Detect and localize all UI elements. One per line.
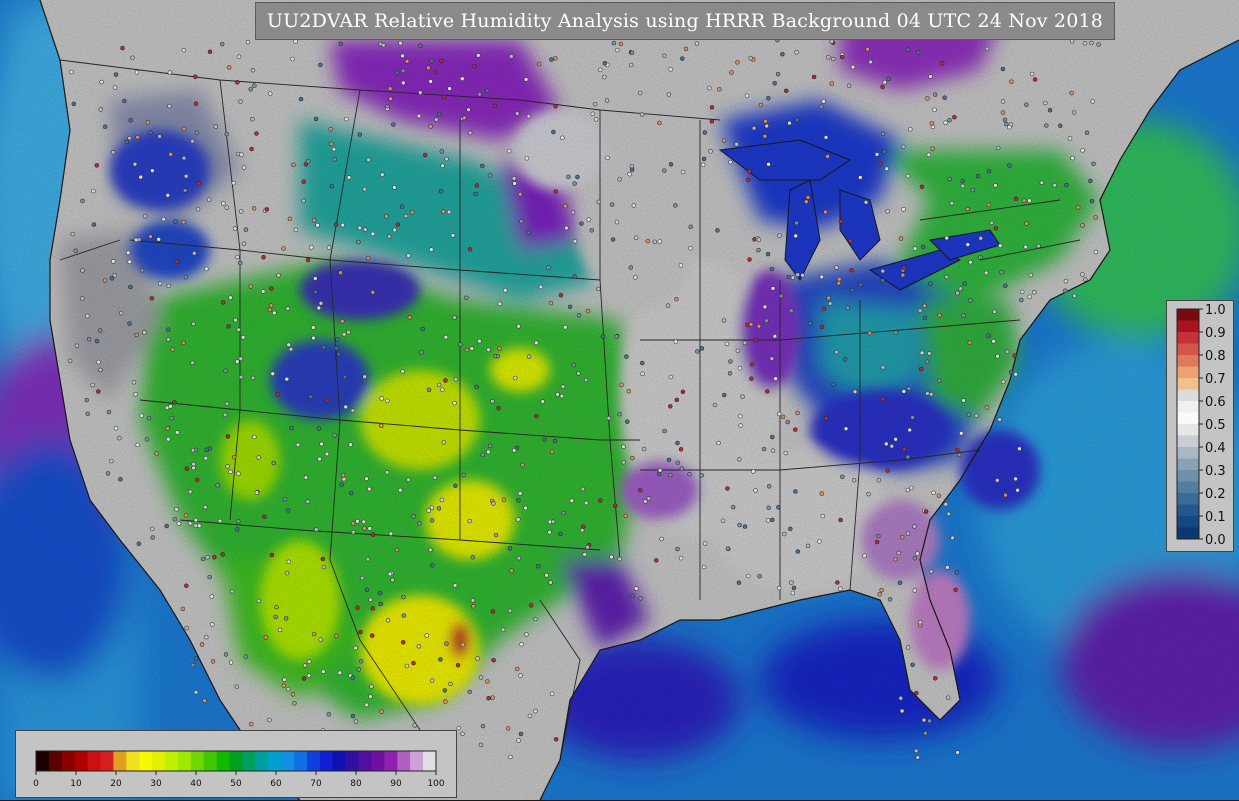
obs-colorbar-swatch <box>1177 366 1199 379</box>
grid-colorbar-swatch <box>268 751 282 771</box>
grid-colorbar-swatch <box>229 751 243 771</box>
obs-colorbar-tick-label: 0.2 <box>1205 487 1226 502</box>
obs-colorbar-tick-label: 0.1 <box>1205 510 1226 525</box>
obs-colorbar-swatch <box>1177 378 1199 390</box>
grid-colorbar-tick-label: 100 <box>427 779 444 789</box>
obs-colorbar-swatch <box>1177 355 1199 367</box>
obs-colorbar-swatch <box>1177 516 1199 528</box>
obs-colorbar-tick-label: 0.9 <box>1205 326 1226 341</box>
obs-colorbar-ticks: 1.0 0.9 0.8 0.7 0.6 0.5 0.4 0.3 0.2 0.1 0.0 <box>1199 303 1226 548</box>
map-panel: UU2DVAR Relative Humidity Analysis using… <box>0 0 1239 800</box>
grid-colorbar-tick-label: 40 <box>190 779 202 789</box>
obs-colorbar-swatch <box>1177 401 1199 413</box>
grid-colorbar-swatches <box>36 751 437 771</box>
grid-colorbar-swatch <box>113 751 127 771</box>
grid-colorbar-swatch <box>319 751 334 771</box>
grid-colorbar-swatch <box>358 751 372 771</box>
grid-colorbar-swatch <box>332 751 347 771</box>
grid-colorbar-swatch <box>423 751 437 771</box>
map-title-box: UU2DVAR Relative Humidity Analysis using… <box>255 2 1115 40</box>
obs-colorbar-swatch <box>1177 504 1199 517</box>
grid-colorbar-swatch <box>74 751 89 771</box>
obs-colorbar-tick-label: 0.0 <box>1205 533 1226 548</box>
obs-colorbar-panel: 1.0 0.9 0.8 0.7 0.6 0.5 0.4 0.3 0.2 0.1 0.0 <box>1166 300 1234 552</box>
obs-colorbar-swatch <box>1177 320 1199 333</box>
grid-colorbar-tick-label: 50 <box>230 779 242 789</box>
obs-colorbar-swatch <box>1177 481 1199 494</box>
grid-colorbar-swatch <box>100 751 114 771</box>
grid-colorbar-tick-label: 60 <box>270 779 282 789</box>
obs-colorbar-tick-label: 0.5 <box>1205 418 1226 433</box>
obs-colorbar: 1.0 0.9 0.8 0.7 0.6 0.5 0.4 0.3 0.2 0.1 0.0 <box>1176 303 1226 548</box>
grid-colorbar-tick-label: 20 <box>110 779 122 789</box>
obs-colorbar-tick-label: 1.0 <box>1205 303 1226 318</box>
map-title: UU2DVAR Relative Humidity Analysis using… <box>266 10 1104 32</box>
grid-colorbar-swatch <box>48 751 63 771</box>
obs-colorbar-swatch <box>1177 309 1199 321</box>
obs-colorbar-tick-label: 0.6 <box>1205 395 1226 410</box>
grid-colorbar-swatch <box>345 751 360 771</box>
grid-colorbar-swatch <box>410 751 424 771</box>
grid-colorbar-panel: 0 10 20 30 40 50 60 70 80 90 100 <box>15 730 457 798</box>
grid-colorbar-swatch <box>177 751 192 771</box>
grid-colorbar-swatch <box>281 751 295 771</box>
grid-colorbar-swatch <box>61 751 76 771</box>
grid-colorbar-tick-label: 90 <box>390 779 402 789</box>
obs-colorbar-swatch <box>1177 527 1199 540</box>
grid-colorbar-swatch <box>384 751 398 771</box>
obs-colorbar-tick-label: 0.4 <box>1205 441 1226 456</box>
grid-colorbar-swatch <box>216 751 231 771</box>
grid-colorbar-tick-label: 0 <box>33 779 39 789</box>
obs-colorbar-swatch <box>1177 493 1199 505</box>
obs-colorbar-swatch <box>1177 343 1199 356</box>
grid-colorbar-tick-label: 80 <box>350 779 362 789</box>
obs-colorbar-tick-label: 0.3 <box>1205 464 1226 479</box>
grid-colorbar-swatch <box>139 751 153 771</box>
obs-colorbar-swatch <box>1177 424 1199 436</box>
grid-colorbar-swatch <box>165 751 179 771</box>
grid-colorbar-swatch <box>152 751 166 771</box>
texture-overlay <box>0 0 1239 800</box>
obs-colorbar-swatch <box>1177 458 1199 471</box>
grid-colorbar-tick-label: 10 <box>70 779 82 789</box>
grid-colorbar-swatch <box>190 751 205 771</box>
obs-colorbar-swatch <box>1177 412 1199 425</box>
obs-colorbar-swatch <box>1177 435 1199 448</box>
grid-colorbar-swatch <box>203 751 218 771</box>
grid-colorbar-tick-label: 70 <box>310 779 322 789</box>
obs-colorbar-swatches <box>1177 309 1199 540</box>
obs-colorbar-tick-label: 0.7 <box>1205 372 1226 387</box>
obs-colorbar-swatch <box>1177 389 1199 402</box>
grid-colorbar-swatch <box>87 751 102 771</box>
grid-colorbar-swatch <box>294 751 308 771</box>
grid-colorbar-swatch <box>36 751 50 771</box>
grid-colorbar-swatch <box>397 751 411 771</box>
obs-colorbar-tick-label: 0.8 <box>1205 349 1226 364</box>
grid-colorbar-tick-label: 30 <box>150 779 162 789</box>
grid-colorbar-swatch <box>371 751 385 771</box>
grid-colorbar-swatch <box>255 751 269 771</box>
obs-colorbar-swatch <box>1177 470 1199 482</box>
grid-colorbar-swatch <box>242 751 256 771</box>
grid-colorbar-ticks: 0 10 20 30 40 50 60 70 80 90 100 <box>33 771 445 789</box>
grid-colorbar: 0 10 20 30 40 50 60 70 80 90 100 <box>33 750 445 789</box>
humidity-map <box>0 0 1239 800</box>
obs-colorbar-swatch <box>1177 332 1199 344</box>
grid-colorbar-swatch <box>306 751 321 771</box>
grid-colorbar-swatch <box>126 751 140 771</box>
obs-colorbar-swatch <box>1177 447 1199 459</box>
